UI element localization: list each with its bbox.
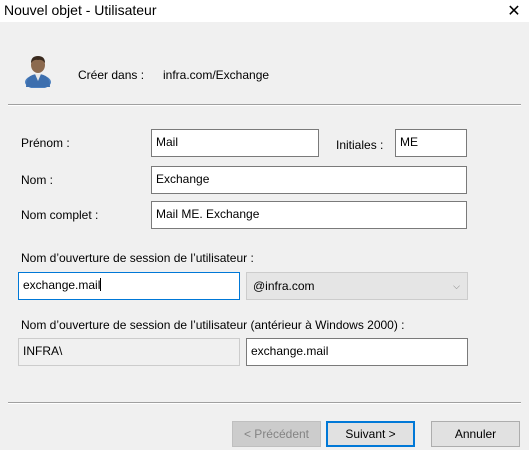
first-name-input[interactable]: Mail — [151, 129, 319, 157]
window-title: Nouvel objet - Utilisateur — [4, 2, 157, 18]
pre2000-domain-prefix: INFRA\ — [18, 338, 240, 366]
dialog-client-area: Créer dans : infra.com/Exchange Prénom :… — [0, 22, 529, 450]
title-bar: Nouvel objet - Utilisateur ✕ — [0, 0, 529, 22]
cancel-button[interactable]: Annuler — [431, 421, 520, 447]
initials-label: Initiales : — [336, 138, 384, 152]
domain-suffix-dropdown[interactable]: @infra.com ⌵ — [246, 272, 468, 300]
header-area: Créer dans : infra.com/Exchange — [0, 22, 529, 104]
domain-suffix-value: @infra.com — [253, 279, 315, 293]
separator-bottom — [8, 402, 521, 404]
initials-input[interactable]: ME — [395, 129, 467, 157]
logon-name-input[interactable]: exchange.mail — [18, 272, 240, 300]
logon-name-value: exchange.mail — [23, 278, 101, 292]
full-name-input[interactable]: Mail ME. Exchange — [151, 201, 467, 229]
create-in-path: infra.com/Exchange — [163, 68, 270, 82]
user-icon — [25, 56, 51, 88]
back-button[interactable]: < Précédent — [232, 421, 321, 447]
full-name-label: Nom complet : — [21, 208, 99, 222]
pre2000-logon-label: Nom d’ouverture de session de l’utilisat… — [21, 318, 405, 332]
last-name-input[interactable]: Exchange — [151, 166, 467, 194]
chevron-down-icon: ⌵ — [453, 281, 460, 291]
next-button[interactable]: Suivant > — [326, 421, 415, 447]
last-name-label: Nom : — [21, 173, 54, 187]
close-icon[interactable]: ✕ — [499, 0, 529, 22]
separator-top — [8, 104, 521, 106]
pre2000-logon-input[interactable]: exchange.mail — [246, 338, 468, 366]
logon-name-label: Nom d’ouverture de session de l’utilisat… — [21, 251, 254, 265]
create-in-label: Créer dans : — [78, 68, 145, 82]
new-user-dialog: Nouvel objet - Utilisateur ✕ Créer dans … — [0, 0, 529, 450]
first-name-label: Prénom : — [21, 136, 70, 150]
text-caret — [100, 278, 102, 291]
